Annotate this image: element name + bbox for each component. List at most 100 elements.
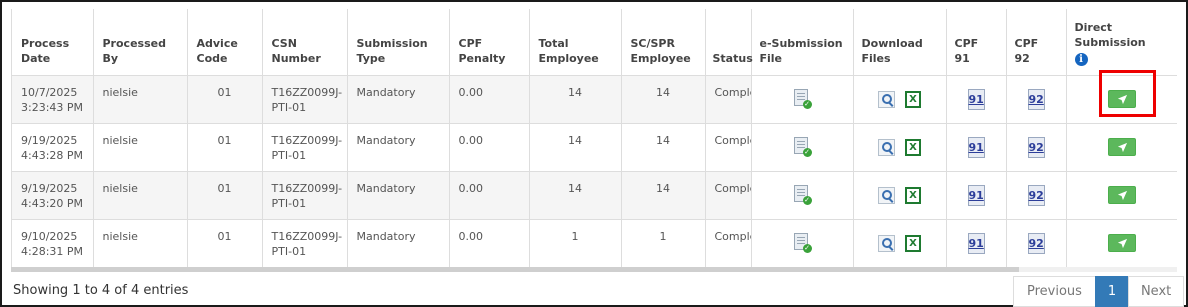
header-total-employee[interactable]: Total Employee	[529, 9, 622, 76]
header-processed-by[interactable]: Processed By	[93, 9, 188, 76]
paper-plane-icon	[1117, 142, 1127, 152]
cpf92-icon[interactable]: 92	[1027, 136, 1045, 158]
cell-sc-spr-employee: 1	[621, 219, 706, 268]
cell-submission-type: Mandatory	[347, 123, 450, 172]
pagination: Previous 1 Next	[1013, 276, 1185, 307]
cell-cpf91: 91	[946, 123, 1007, 172]
cell-submission-type: Mandatory	[347, 219, 450, 268]
cell-advice-code: 01	[187, 123, 263, 172]
cell-cpf-penalty: 0.00	[449, 123, 530, 172]
table-row: 9/10/2025 4:28:31 PM nielsie 01 T16ZZ0099J-…	[12, 219, 1177, 268]
cpf92-icon[interactable]: 92	[1027, 88, 1045, 110]
header-e-submission-file: e-Submission File	[751, 9, 854, 76]
entries-info: Showing 1 to 4 of 4 entries	[13, 283, 189, 298]
cell-cpf-penalty: 0.00	[449, 75, 530, 124]
excel-icon[interactable]: X	[905, 186, 921, 204]
horizontal-scrollbar[interactable]	[11, 267, 1177, 272]
header-process-date[interactable]: Process Date	[12, 9, 94, 76]
header-status[interactable]: Status	[705, 9, 753, 76]
cell-csn-number: T16ZZ0099J-PTI-01	[262, 219, 348, 268]
magnifier-icon[interactable]	[878, 186, 895, 204]
cell-csn-number: T16ZZ0099J-PTI-01	[262, 123, 348, 172]
direct-submission-highlight	[1099, 70, 1156, 117]
cell-total-employee: 1	[529, 219, 622, 268]
cell-advice-code: 01	[187, 171, 263, 220]
cpf91-icon[interactable]: 91	[967, 88, 985, 110]
cell-processed-by: nielsie	[93, 171, 188, 220]
magnifier-icon[interactable]	[878, 90, 895, 108]
header-csn-number[interactable]: CSN Number	[262, 9, 348, 76]
cell-processed-by: nielsie	[93, 123, 188, 172]
magnifier-icon[interactable]	[878, 138, 895, 156]
cell-download-files: X	[853, 123, 947, 172]
cell-process-date: 10/7/2025 3:23:43 PM	[12, 75, 94, 124]
header-cpf92: CPF 92	[1006, 9, 1067, 76]
cell-cpf92: 92	[1006, 75, 1067, 124]
cell-processed-by: nielsie	[93, 75, 188, 124]
cell-e-submission-file: ✓	[751, 219, 854, 268]
cell-csn-number: T16ZZ0099J-PTI-01	[262, 75, 348, 124]
cell-csn-number: T16ZZ0099J-PTI-01	[262, 171, 348, 220]
cell-cpf92: 92	[1006, 219, 1067, 268]
cell-direct-submission	[1066, 123, 1177, 172]
next-button[interactable]: Next	[1127, 276, 1185, 307]
cell-status: Complete	[705, 171, 752, 220]
cell-cpf91: 91	[946, 75, 1007, 124]
cell-advice-code: 01	[187, 75, 263, 124]
cell-advice-code: 01	[187, 219, 263, 268]
app-frame: Process Date Processed By Advice Code CS…	[0, 0, 1188, 307]
table-row: 10/7/2025 3:23:43 PM nielsie 01 T16ZZ0099J-…	[12, 75, 1177, 124]
scrollbar-thumb[interactable]	[11, 267, 1019, 272]
cell-submission-type: Mandatory	[347, 75, 450, 124]
cell-e-submission-file: ✓	[751, 123, 854, 172]
cell-cpf-penalty: 0.00	[449, 171, 530, 220]
cpf91-icon[interactable]: 91	[967, 184, 985, 206]
header-submission-type[interactable]: Submission Type	[347, 9, 450, 76]
header-cpf-penalty[interactable]: CPF Penalty	[449, 9, 530, 76]
cpf92-icon[interactable]: 92	[1027, 184, 1045, 206]
excel-icon[interactable]: X	[905, 138, 921, 156]
cell-total-employee: 14	[529, 171, 622, 220]
file-check-icon[interactable]: ✓	[793, 185, 812, 205]
cpf91-icon[interactable]: 91	[967, 136, 985, 158]
cpf91-icon[interactable]: 91	[967, 232, 985, 254]
file-check-icon[interactable]: ✓	[793, 233, 812, 253]
cell-download-files: X	[853, 171, 947, 220]
cell-process-date: 9/19/2025 4:43:28 PM	[12, 123, 94, 172]
cell-status: Complete	[705, 123, 752, 172]
cpf92-icon[interactable]: 92	[1027, 232, 1045, 254]
file-check-icon[interactable]: ✓	[793, 89, 812, 109]
cell-sc-spr-employee: 14	[621, 75, 706, 124]
header-sc-spr-employee[interactable]: SC/SPR Employee	[621, 9, 706, 76]
cell-direct-submission	[1066, 219, 1177, 268]
cell-sc-spr-employee: 14	[621, 171, 706, 220]
direct-submit-button[interactable]	[1108, 234, 1136, 252]
direct-submit-button[interactable]	[1108, 186, 1136, 204]
header-advice-code[interactable]: Advice Code	[187, 9, 263, 76]
page-1-button[interactable]: 1	[1094, 276, 1129, 307]
table-header-row: Process Date Processed By Advice Code CS…	[12, 9, 1177, 76]
cell-process-date: 9/10/2025 4:28:31 PM	[12, 219, 94, 268]
file-check-icon[interactable]: ✓	[793, 137, 812, 157]
excel-icon[interactable]: X	[905, 90, 921, 108]
cell-process-date: 9/19/2025 4:43:20 PM	[12, 171, 94, 220]
cell-status: Complete	[705, 75, 752, 124]
header-cpf91: CPF 91	[946, 9, 1007, 76]
cpf-submission-table: Process Date Processed By Advice Code CS…	[11, 9, 1177, 268]
paper-plane-icon	[1117, 190, 1127, 200]
cell-cpf-penalty: 0.00	[449, 219, 530, 268]
cell-sc-spr-employee: 14	[621, 123, 706, 172]
info-icon[interactable]: i	[1074, 52, 1088, 66]
header-download-files: Download Files	[853, 9, 947, 76]
direct-submit-button[interactable]	[1108, 138, 1136, 156]
magnifier-icon[interactable]	[878, 234, 895, 252]
cell-direct-submission	[1066, 171, 1177, 220]
excel-icon[interactable]: X	[905, 234, 921, 252]
cell-processed-by: nielsie	[93, 219, 188, 268]
previous-button[interactable]: Previous	[1013, 276, 1096, 307]
cell-cpf92: 92	[1006, 171, 1067, 220]
header-direct-submission: Direct Submission i	[1066, 9, 1177, 76]
cell-download-files: X	[853, 75, 947, 124]
cell-e-submission-file: ✓	[751, 75, 854, 124]
cell-download-files: X	[853, 219, 947, 268]
